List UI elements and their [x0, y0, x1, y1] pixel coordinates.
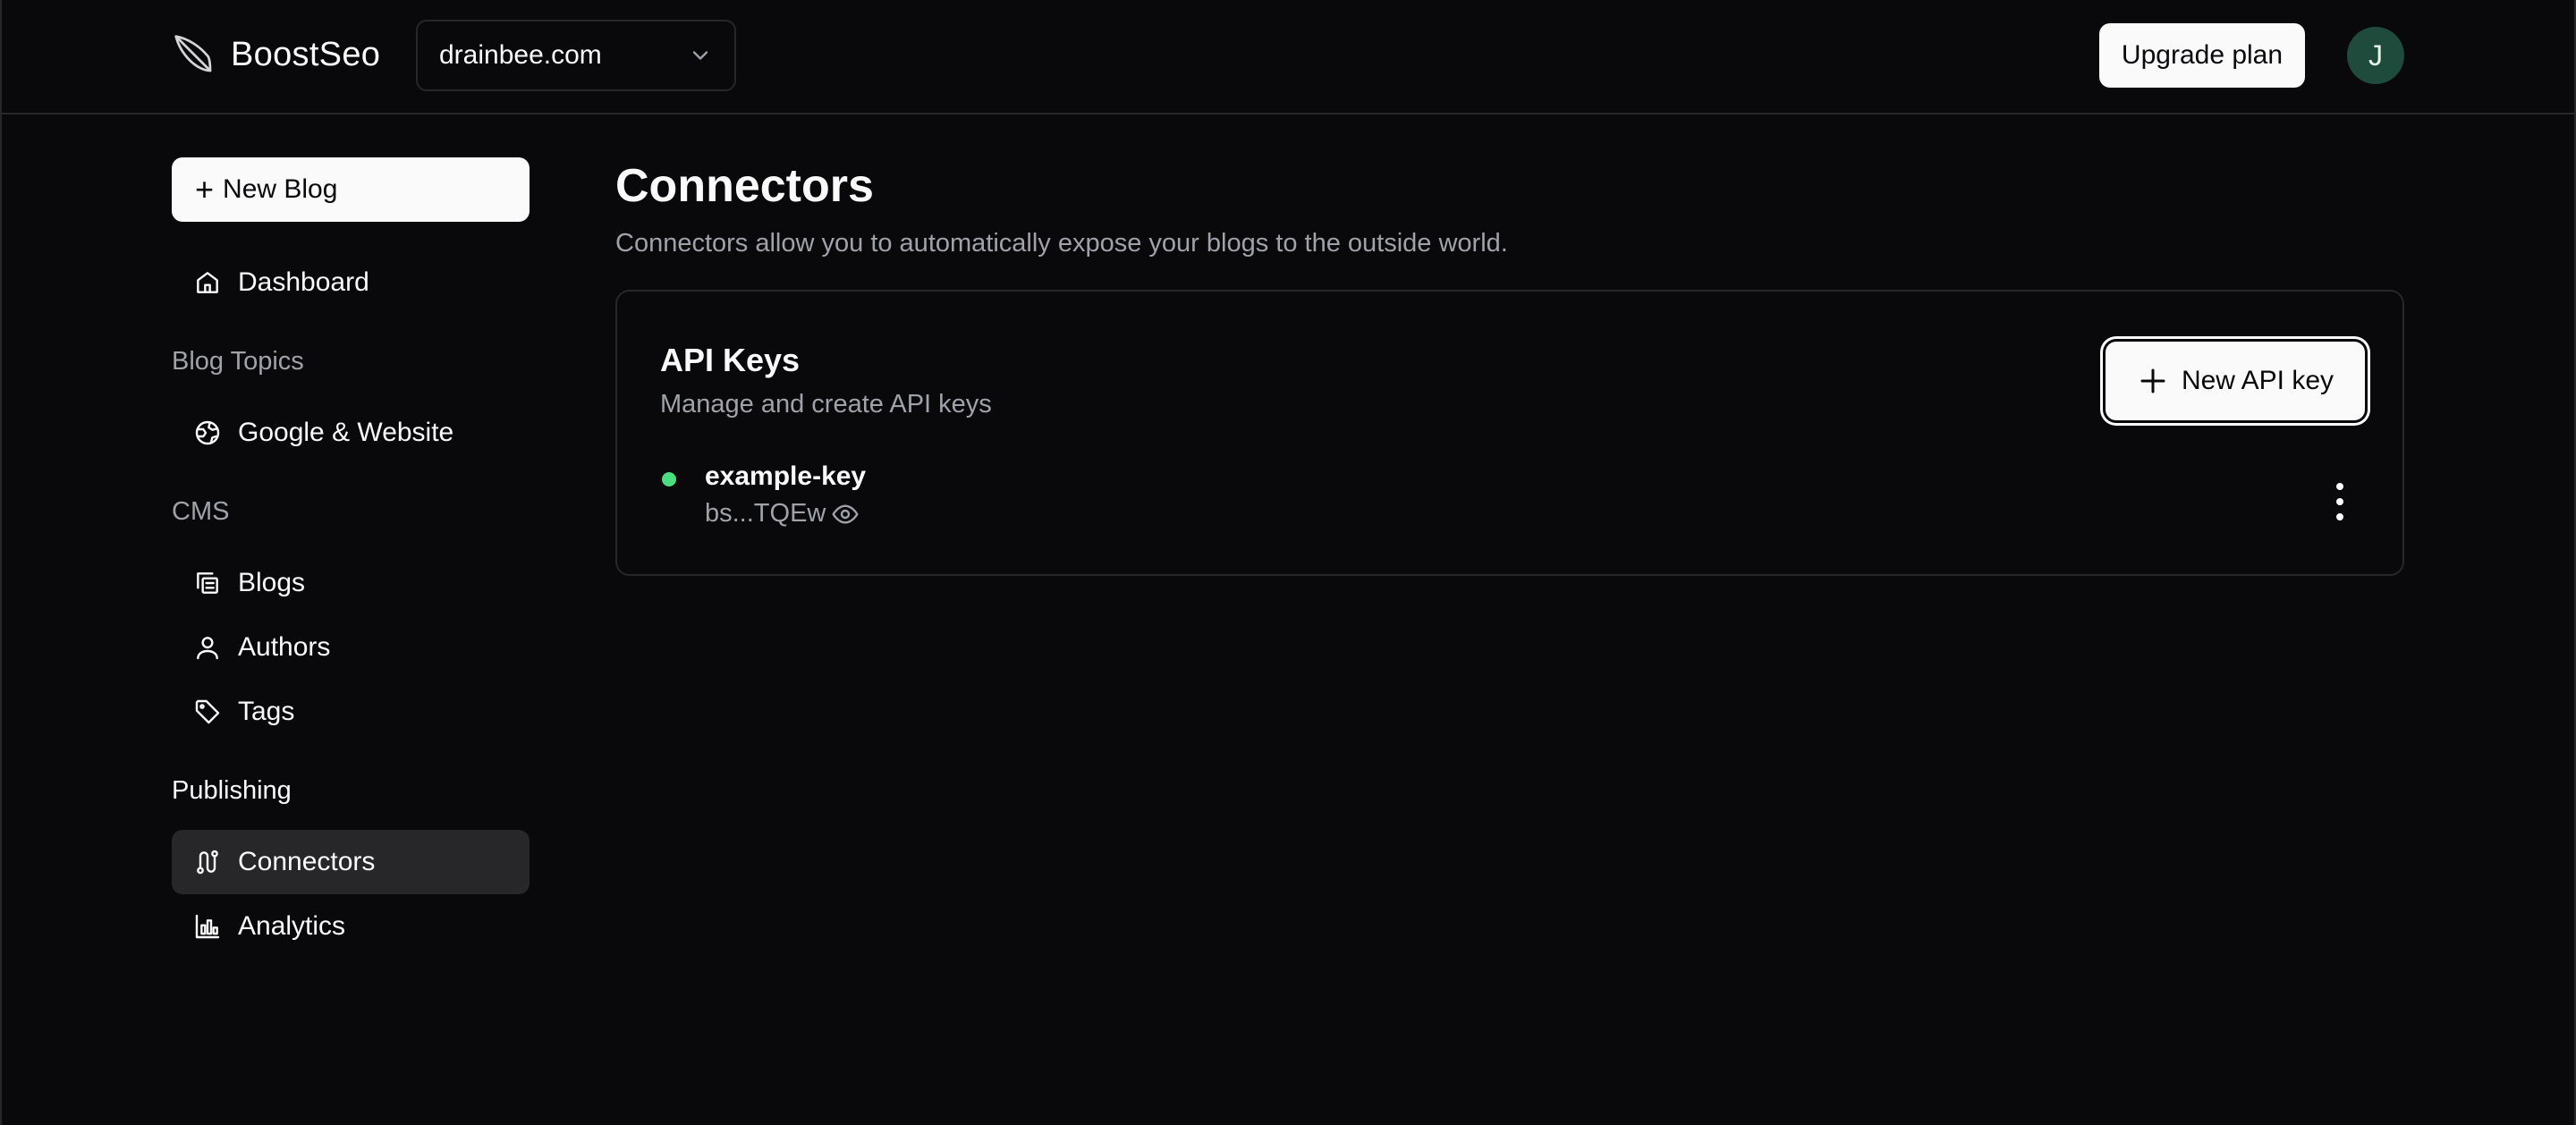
- new-api-key-button[interactable]: New API key: [2106, 342, 2365, 420]
- eye-icon[interactable]: [831, 500, 860, 529]
- tag-icon: [195, 699, 220, 724]
- sidebar-item-label: Google & Website: [238, 418, 454, 447]
- feather-logo-icon: [174, 35, 212, 72]
- dot: [2336, 498, 2343, 505]
- plus-icon: [2140, 368, 2165, 393]
- sidebar-item-label: Blogs: [238, 568, 306, 597]
- sidebar-item-connectors[interactable]: Connectors: [172, 830, 530, 894]
- page-description: Connectors allow you to automatically ex…: [615, 229, 1508, 258]
- sidebar-item-label: Authors: [238, 632, 331, 662]
- new-blog-label: New Blog: [223, 174, 338, 204]
- site-selector[interactable]: drainbee.com: [416, 20, 736, 91]
- card-subtitle: Manage and create API keys: [660, 390, 992, 419]
- sidebar-item-authors[interactable]: Authors: [172, 615, 530, 680]
- upgrade-plan-button[interactable]: Upgrade plan: [2099, 23, 2305, 88]
- plus-icon: +: [195, 171, 215, 207]
- dot: [2336, 483, 2343, 490]
- sidebar-item-blogs[interactable]: Blogs: [172, 551, 530, 615]
- api-keys-card: API Keys Manage and create API keys New …: [615, 290, 2404, 576]
- brand-name: BoostSeo: [231, 35, 381, 73]
- card-title: API Keys: [660, 342, 801, 378]
- sidebar-item-label: Analytics: [238, 911, 346, 941]
- copy-icon: [197, 572, 218, 594]
- home-icon: [197, 272, 218, 293]
- api-key-masked-value: bs...TQEw: [705, 499, 860, 529]
- section-label-cms: CMS: [172, 497, 230, 526]
- page-title: Connectors: [615, 160, 874, 212]
- status-indicator: [662, 472, 676, 486]
- chevron-down-icon: [692, 51, 708, 60]
- api-key-masked-text: bs...TQEw: [705, 499, 826, 528]
- sidebar-item-label: Dashboard: [238, 267, 369, 297]
- bar-chart-icon: [195, 914, 220, 939]
- site-selector-value: drainbee.com: [439, 40, 602, 70]
- sidebar-item-label: Connectors: [238, 847, 376, 876]
- user-avatar[interactable]: J: [2347, 27, 2404, 84]
- sidebar-item-analytics[interactable]: Analytics: [172, 894, 530, 959]
- user-icon: [197, 637, 218, 660]
- sidebar-item-google-website[interactable]: Google & Website: [172, 401, 530, 465]
- section-label-publishing: Publishing: [172, 776, 292, 805]
- sidebar-item-dashboard[interactable]: Dashboard: [172, 250, 530, 315]
- api-key-name: example-key: [705, 461, 867, 491]
- globe-icon: [195, 420, 220, 445]
- sidebar-item-tags[interactable]: Tags: [172, 680, 530, 744]
- more-options-icon[interactable]: [2324, 479, 2356, 524]
- dot: [2336, 513, 2343, 520]
- brand-logo[interactable]: BoostSeo: [170, 30, 380, 79]
- top-header: BoostSeo drainbee.com Upgrade plan J: [0, 0, 2576, 114]
- sidebar-item-label: Tags: [238, 697, 295, 726]
- new-api-key-label: New API key: [2181, 366, 2334, 395]
- section-label-blog-topics: Blog Topics: [172, 347, 304, 376]
- new-blog-button[interactable]: + New Blog: [172, 157, 530, 222]
- route-icon: [197, 850, 218, 875]
